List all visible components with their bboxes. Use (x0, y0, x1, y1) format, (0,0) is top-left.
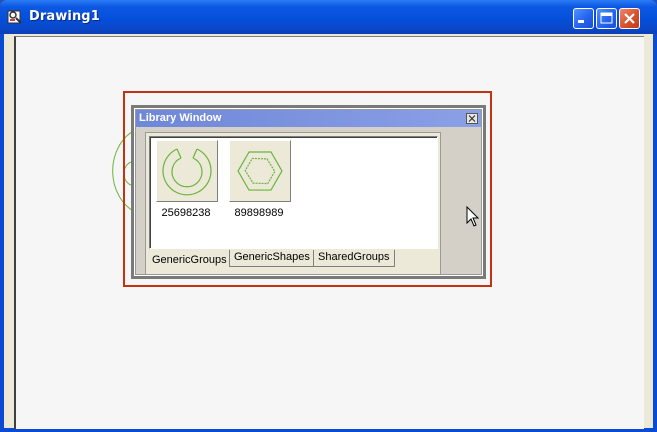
app-drawing-icon[interactable] (7, 9, 23, 25)
minimize-icon (578, 20, 584, 23)
library-item-label: 25698238 (161, 207, 211, 219)
tab-generic-groups[interactable]: GenericGroups (147, 250, 232, 270)
tab-shared-groups[interactable]: SharedGroups (313, 250, 395, 267)
library-tab-panel: 25698238 89898989 GenericGroups GenericS… (145, 132, 441, 275)
mouse-cursor-icon (466, 206, 480, 227)
hexagon-shape-icon (237, 151, 283, 191)
tab-generic-shapes[interactable]: GenericShapes (229, 250, 315, 267)
library-item-thumbnail[interactable] (156, 140, 218, 202)
close-button[interactable] (619, 8, 640, 29)
title-bar[interactable]: Drawing1 (0, 0, 657, 34)
maximize-button[interactable] (596, 8, 617, 29)
library-item-thumbnail[interactable] (229, 140, 291, 202)
library-title-bar[interactable]: Library Window (136, 110, 481, 127)
library-item-label: 89898989 (234, 207, 284, 219)
library-title: Library Window (139, 112, 222, 124)
close-icon (468, 115, 476, 122)
library-item-list: 25698238 89898989 (149, 136, 438, 249)
ring-shape-icon (162, 148, 212, 196)
library-item[interactable]: 89898989 (227, 140, 293, 219)
library-close-button[interactable] (466, 113, 478, 124)
minimize-button[interactable] (573, 8, 594, 29)
window-title: Drawing1 (29, 9, 100, 24)
library-window[interactable]: Library Window 25698238 89898989 Generic… (131, 105, 486, 279)
close-icon (624, 13, 635, 24)
maximize-icon (600, 12, 613, 24)
library-item[interactable]: 25698238 (154, 140, 220, 219)
